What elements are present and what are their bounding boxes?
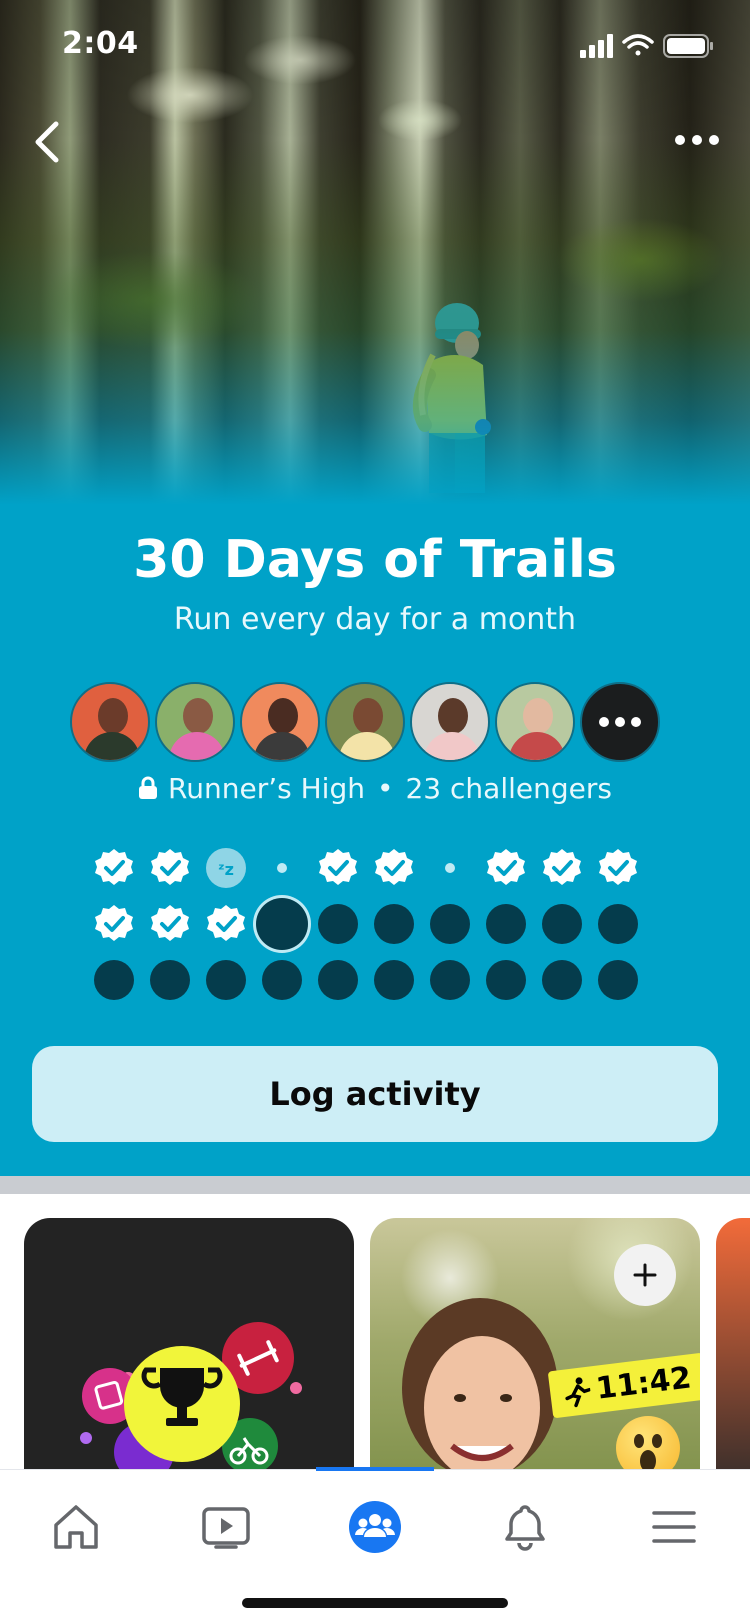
- day-upcoming: [318, 904, 358, 944]
- participant-avatars[interactable]: [70, 682, 680, 762]
- day-upcoming: [542, 904, 582, 944]
- group-info[interactable]: Runner’s High • 23 challengers: [0, 772, 750, 805]
- day-completed-check-icon: [486, 848, 526, 888]
- day-upcoming: [542, 960, 582, 1000]
- day-upcoming: [430, 960, 470, 1000]
- running-person-icon: [565, 1376, 591, 1407]
- story-card[interactable]: 11:42: [370, 1218, 700, 1469]
- avatar[interactable]: [155, 682, 235, 762]
- progress-calendar: ᶻz: [94, 848, 656, 1018]
- home-icon: [54, 1505, 98, 1549]
- day-upcoming: [598, 960, 638, 1000]
- day-upcoming: [150, 960, 190, 1000]
- log-activity-button[interactable]: Log activity: [32, 1046, 718, 1142]
- tab-watch[interactable]: [186, 1492, 266, 1562]
- day-upcoming: [94, 960, 134, 1000]
- avatar[interactable]: [240, 682, 320, 762]
- chevron-left-icon: [35, 121, 59, 163]
- tab-home[interactable]: [36, 1492, 116, 1562]
- wifi-icon: [622, 34, 654, 56]
- day-upcoming: [598, 904, 638, 944]
- challenge-title: 30 Days of Trails: [133, 530, 617, 590]
- avatar[interactable]: [495, 682, 575, 762]
- signal-icon: [580, 34, 613, 58]
- bottom-tab-bar: [0, 1467, 750, 1624]
- day-today: [259, 901, 305, 947]
- plus-icon: [633, 1263, 657, 1287]
- challenge-hero: 2:04 30 Days of Trails Run every day for…: [0, 0, 750, 1176]
- tab-notifications[interactable]: [485, 1492, 565, 1562]
- lock-icon: [139, 776, 158, 799]
- day-completed-check-icon: [318, 848, 358, 888]
- day-completed-check-icon: [374, 848, 414, 888]
- active-tab-indicator: [316, 1467, 434, 1471]
- day-upcoming: [486, 904, 526, 944]
- day-upcoming: [430, 904, 470, 944]
- status-icons: [580, 34, 713, 58]
- groups-icon: [349, 1501, 401, 1553]
- bell-icon: [505, 1505, 545, 1551]
- badges-illustration: [80, 1322, 302, 1469]
- more-options-button[interactable]: [672, 120, 722, 160]
- tab-menu[interactable]: [634, 1492, 714, 1562]
- status-time: 2:04: [62, 26, 139, 61]
- day-upcoming: [318, 960, 358, 1000]
- day-upcoming: [486, 960, 526, 1000]
- avatar[interactable]: [325, 682, 405, 762]
- day-completed-check-icon: [150, 904, 190, 944]
- day-completed-check-icon: [206, 904, 246, 944]
- separator-dot: •: [376, 772, 394, 805]
- more-horizontal-icon: [675, 135, 719, 145]
- day-missed-dot: [277, 863, 287, 873]
- day-upcoming: [206, 960, 246, 1000]
- battery-icon: [663, 34, 713, 58]
- day-upcoming: [374, 960, 414, 1000]
- avatar[interactable]: [70, 682, 150, 762]
- avatar[interactable]: [410, 682, 490, 762]
- tab-groups[interactable]: [335, 1492, 415, 1562]
- day-upcoming: [262, 960, 302, 1000]
- day-missed-dot: [445, 863, 455, 873]
- day-completed-check-icon: [150, 848, 190, 888]
- status-bar: 2:04: [0, 0, 750, 90]
- section-divider: [0, 1176, 750, 1194]
- menu-icon: [652, 1511, 696, 1543]
- home-indicator: [242, 1598, 508, 1608]
- story-card[interactable]: [716, 1218, 750, 1469]
- challengers-count: 23 challengers: [405, 772, 612, 805]
- day-completed-check-icon: [542, 848, 582, 888]
- day-upcoming: [374, 904, 414, 944]
- challenge-subtitle: Run every day for a month: [173, 602, 577, 637]
- day-rest-sleep-icon: ᶻz: [206, 848, 246, 888]
- more-participants-button[interactable]: [580, 682, 660, 762]
- day-completed-check-icon: [598, 848, 638, 888]
- svg-text:ᶻz: ᶻz: [218, 860, 234, 879]
- back-button[interactable]: [24, 110, 74, 170]
- watch-icon: [202, 1507, 250, 1549]
- challenge-badges-card[interactable]: [24, 1218, 354, 1469]
- runner-image: [412, 303, 491, 493]
- group-name: Runner’s High: [168, 772, 365, 805]
- stories-carousel[interactable]: 11:42: [0, 1194, 750, 1469]
- add-story-button[interactable]: [614, 1244, 676, 1306]
- day-completed-check-icon: [94, 848, 134, 888]
- day-completed-check-icon: [94, 904, 134, 944]
- timer-value: 11:42: [594, 1360, 694, 1407]
